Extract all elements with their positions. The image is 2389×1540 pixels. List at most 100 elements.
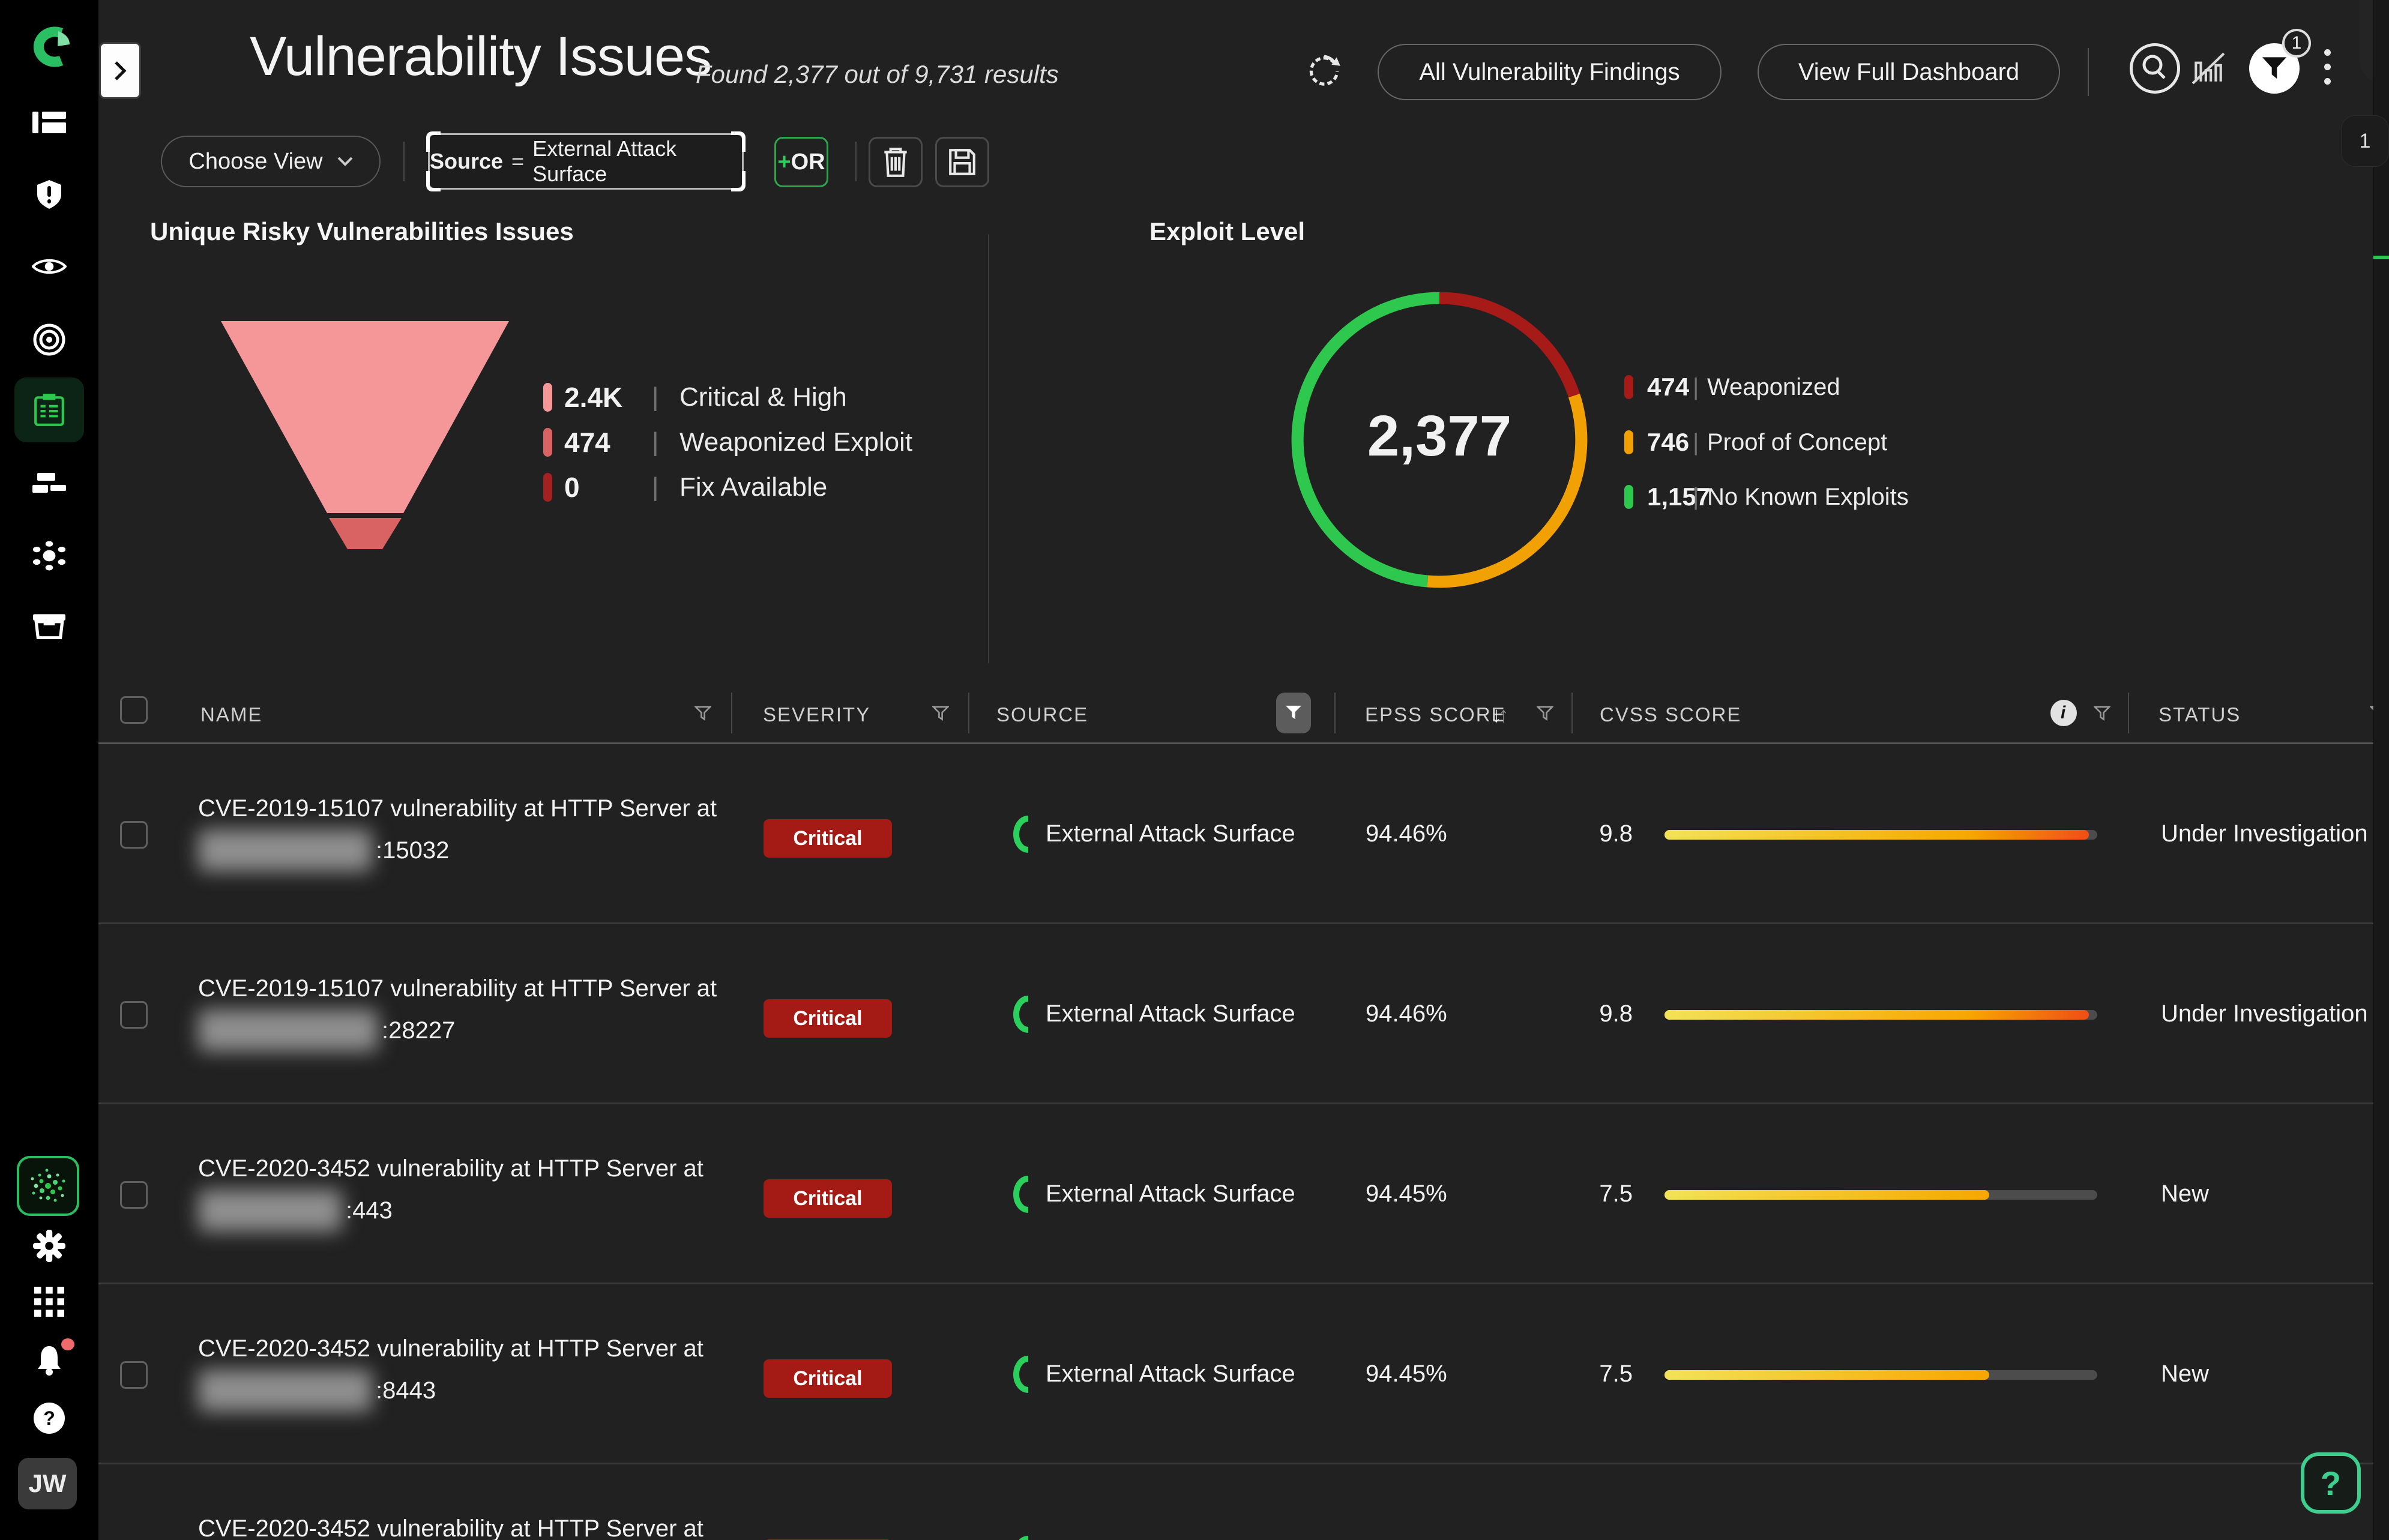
source-label: External Attack Surface [1046, 1000, 1295, 1027]
cvss-bar [1664, 1190, 2097, 1200]
row-checkbox[interactable] [120, 1001, 148, 1029]
epss-score: 94.46% [1366, 1000, 1447, 1027]
sidebar-item-notifications[interactable] [0, 1343, 98, 1377]
funnel-legend-item: 474 | Weaponized Exploit [543, 424, 912, 460]
epss-score: 94.45% [1366, 1181, 1447, 1208]
table-row[interactable]: CVE-2020-3452 vulnerability at HTTP Serv… [98, 1104, 2389, 1284]
vulnerability-name[interactable]: CVE-2020-3452 vulnerability at HTTP Serv… [198, 1328, 703, 1412]
redacted-ip [198, 1009, 378, 1051]
name-filter-icon[interactable] [694, 706, 711, 721]
active-filter-count-badge: 1 [2282, 29, 2311, 58]
col-cvss[interactable]: CVSS SCORE [1600, 703, 1741, 726]
clipboard-list-icon [33, 393, 65, 427]
edge-green-accent [2373, 256, 2389, 259]
brand-logo-icon[interactable] [0, 24, 98, 70]
table-row[interactable]: CVE-2020-3452 vulnerability at HTTP Serv… [98, 1284, 2389, 1464]
cvss-bar [1664, 1010, 2097, 1020]
epss-score: 94.45% [1366, 1361, 1447, 1388]
view-full-dashboard-button[interactable]: View Full Dashboard [1758, 44, 2060, 100]
app-root: ? JW Vulnerability Issues Found 2,377 ou… [0, 0, 2389, 1540]
eye-icon [32, 256, 67, 277]
sidebar-item-monitoring[interactable] [0, 251, 98, 282]
filter-chip-source[interactable]: Source = External Attack Surface [428, 133, 744, 190]
choose-view-dropdown[interactable]: Choose View [161, 136, 381, 187]
col-source[interactable]: SOURCE [996, 703, 1088, 726]
row-checkbox[interactable] [120, 821, 148, 849]
vulnerability-name[interactable]: CVE-2019-15107 vulnerability at HTTP Ser… [198, 787, 717, 871]
save-view-button[interactable] [935, 137, 989, 187]
delete-filter-button[interactable] [869, 137, 923, 187]
search-button[interactable] [2130, 43, 2180, 94]
chart-toggle-button[interactable] [2191, 50, 2226, 85]
add-or-filter-button[interactable]: +OR [774, 137, 828, 187]
redacted-ip [198, 1370, 372, 1412]
vulnerability-name[interactable]: CVE-2020-3452 vulnerability at HTTP Serv… [198, 1508, 703, 1540]
more-menu-button[interactable] [2324, 49, 2331, 85]
donut-total: 2,377 [1283, 403, 1595, 469]
all-vulnerability-findings-button[interactable]: All Vulnerability Findings [1378, 44, 1722, 100]
sidebar-item-risks[interactable] [0, 179, 98, 210]
col-severity[interactable]: SEVERITY [763, 703, 870, 726]
source-label: External Attack Surface [1046, 820, 1295, 847]
legend-marker [1624, 375, 1633, 399]
sidebar-item-ai-feature[interactable] [17, 1156, 79, 1216]
funnel-chart [216, 315, 516, 555]
col-epss[interactable]: EPSS SCORE [1365, 703, 1506, 726]
legend-marker [543, 383, 552, 412]
donut-legend-item: 1,157 | No Known Exploits [1624, 480, 1909, 514]
search-icon [2130, 43, 2180, 94]
redacted-ip [198, 1190, 342, 1232]
funnel-icon [2261, 55, 2288, 82]
refresh-button[interactable] [1305, 50, 1343, 89]
select-all-checkbox[interactable] [120, 696, 148, 724]
sidebar-item-targets[interactable] [0, 323, 98, 356]
col-name[interactable]: NAME [200, 703, 262, 726]
funnel-legend-item: 0 | Fix Available [543, 469, 827, 505]
legend-marker [1624, 485, 1633, 509]
epss-score: 94.46% [1366, 820, 1447, 847]
sidebar-item-assets[interactable] [0, 468, 98, 499]
sidebar-item-dashboards[interactable] [0, 107, 98, 138]
donut-legend-item: 474 | Weaponized [1624, 370, 1840, 405]
gear-icon [32, 1229, 66, 1263]
sidebar-item-action-items-active[interactable] [14, 377, 84, 442]
findings-table: NAME SEVERITY SOURCE EPSS SCORE ↓↑ [98, 684, 2389, 1540]
table-row[interactable]: CVE-2019-15107 vulnerability at HTTP Ser… [98, 744, 2389, 924]
severity-filter-icon[interactable] [932, 706, 949, 721]
severity-badge: Critical [764, 999, 892, 1038]
target-icon [32, 323, 66, 356]
funnel-legend-item: 2.4K | Critical & High [543, 379, 847, 415]
source-icon [1008, 1355, 1035, 1400]
vulnerability-name[interactable]: CVE-2019-15107 vulnerability at HTTP Ser… [198, 967, 717, 1051]
funnel-icon [1285, 705, 1303, 721]
page-title: Vulnerability Issues [250, 25, 711, 88]
cvss-info-icon[interactable]: i [2050, 700, 2077, 726]
expand-panel-button[interactable] [99, 42, 141, 99]
sidebar-item-connections[interactable] [0, 539, 98, 573]
shield-alert-icon [34, 179, 64, 210]
table-row[interactable]: CVE-2019-15107 vulnerability at HTTP Ser… [98, 924, 2389, 1104]
legend-marker [1624, 430, 1633, 454]
vulnerability-name[interactable]: CVE-2020-3452 vulnerability at HTTP Serv… [198, 1147, 703, 1232]
side-panel-tab[interactable]: 1 [2341, 115, 2389, 167]
cvss-filter-icon[interactable] [2094, 706, 2110, 721]
funnel-chart-title: Unique Risky Vulnerabilities Issues [150, 217, 574, 246]
source-icon [1008, 1175, 1035, 1220]
sidebar-item-apps[interactable] [0, 1287, 98, 1317]
sort-icon[interactable]: ↓↑ [1491, 702, 1505, 727]
status-label: New [2161, 1361, 2209, 1388]
help-button[interactable]: ? [2301, 1452, 2361, 1514]
severity-badge: Critical [764, 1179, 892, 1218]
user-avatar[interactable]: JW [18, 1458, 77, 1509]
epss-filter-icon[interactable] [1537, 706, 1553, 721]
row-checkbox[interactable] [120, 1361, 148, 1389]
sidebar-item-inventory[interactable] [0, 610, 98, 641]
table-row[interactable]: CVE-2020-3452 vulnerability at HTTP Serv… [98, 1464, 2389, 1540]
col-status[interactable]: STATUS [2159, 703, 2241, 726]
row-checkbox[interactable] [120, 1181, 148, 1209]
source-filter-active[interactable] [1276, 693, 1311, 733]
sidebar-item-settings[interactable] [0, 1229, 98, 1263]
source-icon [1008, 814, 1035, 860]
source-icon [1008, 994, 1035, 1040]
sidebar-item-help[interactable]: ? [0, 1402, 98, 1434]
